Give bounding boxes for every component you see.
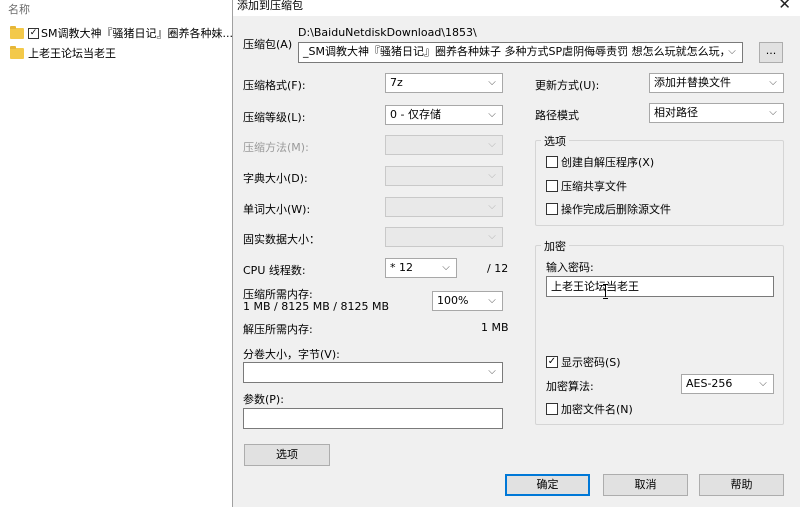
params-label: 参数(P):: [243, 393, 284, 406]
sfx-checkbox[interactable]: 创建自解压程序(X): [546, 154, 654, 170]
chevron-down-icon: ⌵: [484, 136, 500, 154]
item-checkbox[interactable]: ✓: [28, 27, 39, 39]
path-mode-select[interactable]: 相对路径 ⌵: [649, 103, 784, 123]
solid-size-select: ⌵: [385, 227, 503, 247]
dialog-title: 添加到压缩包: [237, 0, 303, 12]
params-input[interactable]: [243, 408, 503, 429]
cpu-threads-select[interactable]: * 12 ⌵: [385, 258, 457, 278]
delete-after-checkbox[interactable]: 操作完成后删除源文件: [546, 201, 671, 217]
method-label: 压缩方法(M):: [243, 141, 309, 154]
file-explorer: 名称 ✓ SM调教大神『骚猪日记』圈养各种妹... 上老王论坛当老王: [0, 0, 232, 507]
options-button[interactable]: 选项: [244, 444, 330, 466]
encryption-method-label: 加密算法:: [546, 380, 594, 393]
format-label: 压缩格式(F):: [243, 79, 306, 92]
cpu-threads-total: / 12: [487, 262, 509, 275]
chevron-down-icon: ⌵: [484, 74, 500, 92]
delete-after-label: 操作完成后删除源文件: [561, 203, 671, 216]
add-to-archive-dialog: 添加到压缩包 ✕ 压缩包(A) D:\BaiduNetdiskDownload\…: [232, 0, 800, 507]
update-mode-value: 添加并替换文件: [654, 76, 731, 89]
archive-path: D:\BaiduNetdiskDownload\1853\: [298, 26, 477, 39]
format-value: 7z: [390, 76, 403, 89]
path-mode-label: 路径模式: [535, 109, 579, 122]
checkbox-box[interactable]: [546, 203, 558, 215]
word-size-label: 单词大小(W):: [243, 203, 311, 216]
encrypt-names-label: 加密文件名(N): [561, 403, 633, 416]
chevron-down-icon: ⌵: [755, 375, 771, 393]
chevron-down-icon: ⌵: [765, 74, 781, 92]
solid-size-label: 固实数据大小：: [243, 233, 320, 246]
browse-button[interactable]: ...: [759, 42, 783, 63]
title-bar: 添加到压缩包 ✕: [233, 0, 800, 16]
archive-name-combo[interactable]: _SM调教大神『骚猪日记』圈养各种妹子 多种方式SP虐阴侮辱责罚 想怎么玩就怎么…: [298, 42, 743, 63]
folder-icon: [10, 25, 24, 39]
chevron-down-icon: ⌵: [438, 259, 454, 277]
level-select[interactable]: 0 - 仅存储 ⌵: [385, 105, 503, 125]
checkbox-box[interactable]: [546, 180, 558, 192]
password-input[interactable]: 上老王论坛当老王: [546, 276, 774, 297]
chevron-down-icon[interactable]: ⌵: [724, 43, 740, 61]
encryption-method-select[interactable]: AES-256 ⌵: [681, 374, 774, 394]
shared-files-checkbox[interactable]: 压缩共享文件: [546, 178, 627, 194]
dict-size-label: 字典大小(D):: [243, 172, 308, 185]
cpu-threads-label: CPU 线程数:: [243, 264, 306, 277]
encrypt-names-checkbox[interactable]: 加密文件名(N): [546, 401, 633, 417]
column-header-name[interactable]: 名称: [8, 1, 30, 17]
checkbox-box[interactable]: ✓: [546, 356, 558, 368]
level-value: 0 - 仅存储: [390, 108, 441, 121]
list-item-label: 上老王论坛当老王: [28, 47, 116, 60]
checkbox-box[interactable]: [546, 403, 558, 415]
text-cursor-icon: [603, 284, 609, 299]
chevron-down-icon: ⌵: [484, 363, 500, 381]
show-password-label: 显示密码(S): [561, 356, 621, 369]
close-icon[interactable]: ✕: [778, 0, 791, 13]
chevron-down-icon: ⌵: [484, 167, 500, 185]
encryption-method-value: AES-256: [686, 377, 733, 390]
method-select: ⌵: [385, 135, 503, 155]
folder-icon: [10, 45, 24, 59]
checkbox-box[interactable]: [546, 156, 558, 168]
options-group-title: 选项: [541, 133, 569, 149]
archive-name-value: _SM调教大神『骚猪日记』圈养各种妹子 多种方式SP虐阴侮辱责罚 想怎么玩就怎么…: [303, 45, 736, 58]
cpu-threads-value: * 12: [390, 261, 413, 274]
memory-usage-select[interactable]: 100% ⌵: [432, 291, 503, 311]
chevron-down-icon: ⌵: [484, 292, 500, 310]
cancel-button[interactable]: 取消: [603, 474, 688, 496]
chevron-down-icon: ⌵: [484, 198, 500, 216]
archive-label: 压缩包(A): [243, 38, 293, 51]
level-label: 压缩等级(L):: [243, 111, 306, 124]
decompress-memory-value: 1 MB: [481, 321, 509, 334]
chevron-down-icon: ⌵: [765, 104, 781, 122]
word-size-select: ⌵: [385, 197, 503, 217]
compress-memory-detail: 1 MB / 8125 MB / 8125 MB: [243, 300, 389, 313]
dict-size-select: ⌵: [385, 166, 503, 186]
show-password-checkbox[interactable]: ✓ 显示密码(S): [546, 354, 621, 370]
list-item[interactable]: 上老王论坛当老王: [10, 44, 232, 62]
decompress-memory-label: 解压所需内存:: [243, 323, 313, 336]
list-item-label: SM调教大神『骚猪日记』圈养各种妹...: [41, 27, 232, 40]
update-mode-label: 更新方式(U):: [535, 79, 600, 92]
format-select[interactable]: 7z ⌵: [385, 73, 503, 93]
encryption-group-title: 加密: [541, 238, 569, 254]
update-mode-select[interactable]: 添加并替换文件 ⌵: [649, 73, 784, 93]
shared-files-label: 压缩共享文件: [561, 180, 627, 193]
chevron-down-icon: ⌵: [484, 228, 500, 246]
volume-size-combo[interactable]: ⌵: [243, 362, 503, 383]
list-item[interactable]: ✓ SM调教大神『骚猪日记』圈养各种妹...: [10, 24, 232, 42]
password-label: 输入密码:: [546, 261, 594, 274]
ok-button[interactable]: 确定: [505, 474, 590, 496]
sfx-label: 创建自解压程序(X): [561, 156, 655, 169]
chevron-down-icon: ⌵: [484, 106, 500, 124]
memory-usage-value: 100%: [437, 294, 469, 307]
path-mode-value: 相对路径: [654, 106, 698, 119]
volume-size-label: 分卷大小，字节(V):: [243, 348, 340, 361]
help-button[interactable]: 帮助: [699, 474, 784, 496]
